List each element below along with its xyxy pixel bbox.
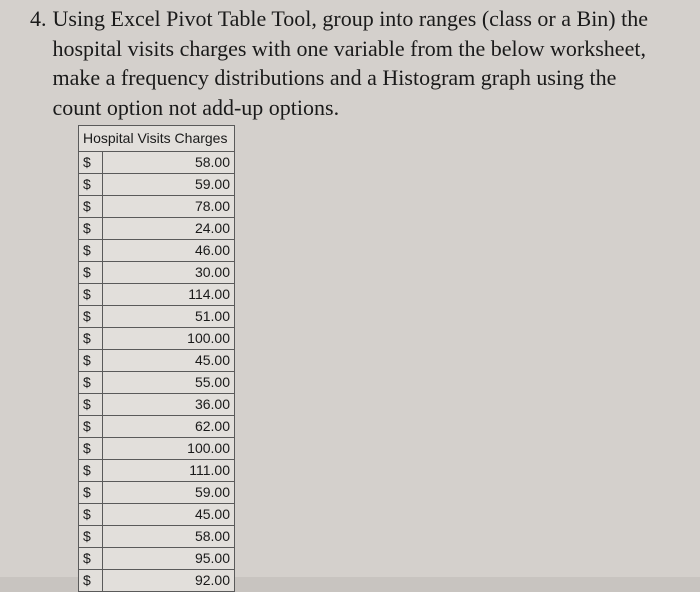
- currency-symbol: $: [79, 327, 103, 349]
- charge-value: 55.00: [103, 371, 235, 393]
- question-text: Using Excel Pivot Table Tool, group into…: [53, 4, 671, 123]
- currency-symbol: $: [79, 239, 103, 261]
- charge-value: 58.00: [103, 151, 235, 173]
- currency-symbol: $: [79, 569, 103, 591]
- charge-value: 100.00: [103, 327, 235, 349]
- currency-symbol: $: [79, 459, 103, 481]
- charge-value: 24.00: [103, 217, 235, 239]
- table-row: $58.00: [79, 151, 235, 173]
- table-body: $58.00$59.00$78.00$24.00$46.00$30.00$114…: [79, 151, 235, 591]
- currency-symbol: $: [79, 503, 103, 525]
- table-row: $55.00: [79, 371, 235, 393]
- charge-value: 58.00: [103, 525, 235, 547]
- currency-symbol: $: [79, 217, 103, 239]
- table-row: $114.00: [79, 283, 235, 305]
- table-row: $95.00: [79, 547, 235, 569]
- table-row: $100.00: [79, 327, 235, 349]
- table-row: $45.00: [79, 503, 235, 525]
- table-row: $51.00: [79, 305, 235, 327]
- currency-symbol: $: [79, 371, 103, 393]
- table-header: Hospital Visits Charges: [79, 125, 235, 151]
- charges-table: Hospital Visits Charges $58.00$59.00$78.…: [78, 125, 235, 592]
- charge-value: 95.00: [103, 547, 235, 569]
- currency-symbol: $: [79, 525, 103, 547]
- currency-symbol: $: [79, 349, 103, 371]
- table-row: $92.00: [79, 569, 235, 591]
- data-table-container: Hospital Visits Charges $58.00$59.00$78.…: [78, 125, 670, 592]
- charge-value: 30.00: [103, 261, 235, 283]
- question-number: 4.: [30, 4, 47, 34]
- charge-value: 46.00: [103, 239, 235, 261]
- table-row: $45.00: [79, 349, 235, 371]
- table-row: $59.00: [79, 481, 235, 503]
- charge-value: 36.00: [103, 393, 235, 415]
- currency-symbol: $: [79, 547, 103, 569]
- charge-value: 45.00: [103, 503, 235, 525]
- charge-value: 92.00: [103, 569, 235, 591]
- table-row: $24.00: [79, 217, 235, 239]
- currency-symbol: $: [79, 283, 103, 305]
- charge-value: 111.00: [103, 459, 235, 481]
- question-block: 4. Using Excel Pivot Table Tool, group i…: [30, 4, 670, 123]
- currency-symbol: $: [79, 195, 103, 217]
- charge-value: 78.00: [103, 195, 235, 217]
- currency-symbol: $: [79, 151, 103, 173]
- charge-value: 51.00: [103, 305, 235, 327]
- charge-value: 114.00: [103, 283, 235, 305]
- currency-symbol: $: [79, 305, 103, 327]
- currency-symbol: $: [79, 437, 103, 459]
- table-row: $100.00: [79, 437, 235, 459]
- currency-symbol: $: [79, 173, 103, 195]
- charge-value: 100.00: [103, 437, 235, 459]
- charge-value: 45.00: [103, 349, 235, 371]
- table-row: $36.00: [79, 393, 235, 415]
- currency-symbol: $: [79, 393, 103, 415]
- currency-symbol: $: [79, 261, 103, 283]
- table-row: $30.00: [79, 261, 235, 283]
- table-row: $62.00: [79, 415, 235, 437]
- charge-value: 62.00: [103, 415, 235, 437]
- charge-value: 59.00: [103, 173, 235, 195]
- currency-symbol: $: [79, 481, 103, 503]
- charge-value: 59.00: [103, 481, 235, 503]
- table-row: $78.00: [79, 195, 235, 217]
- document-page: 4. Using Excel Pivot Table Tool, group i…: [0, 0, 700, 577]
- table-row: $46.00: [79, 239, 235, 261]
- currency-symbol: $: [79, 415, 103, 437]
- table-row: $59.00: [79, 173, 235, 195]
- table-row: $58.00: [79, 525, 235, 547]
- table-row: $111.00: [79, 459, 235, 481]
